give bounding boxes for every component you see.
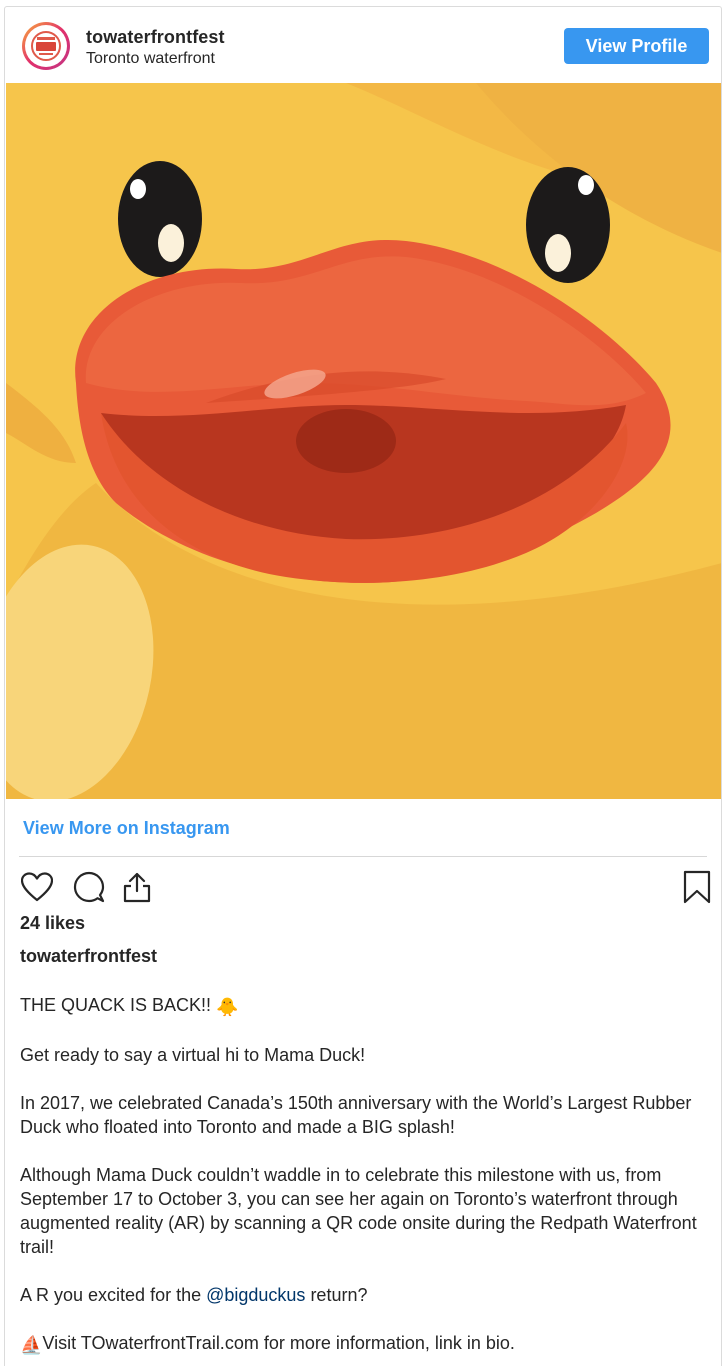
caption-line-2: Get ready to say a virtual hi to Mama Du… bbox=[20, 1045, 366, 1065]
caption-username[interactable]: towaterfrontfest bbox=[20, 946, 157, 967]
avatar[interactable] bbox=[22, 22, 70, 70]
caption-paragraph-6: ⛵Visit TOwaterfrontTrail.com for more in… bbox=[20, 1333, 515, 1355]
caption-paragraph-4: Although Mama Duck couldn’t waddle in to… bbox=[20, 1165, 697, 1257]
share-icon[interactable] bbox=[119, 869, 155, 905]
instagram-embed-card: towaterfrontfest Toronto waterfront View… bbox=[4, 6, 722, 1366]
sailboat-emoji-icon: ⛵ bbox=[20, 1335, 43, 1355]
view-profile-button[interactable]: View Profile bbox=[564, 28, 709, 64]
view-more-on-instagram-link[interactable]: View More on Instagram bbox=[23, 818, 230, 839]
header-username[interactable]: towaterfrontfest bbox=[86, 27, 225, 48]
bookmark-icon[interactable] bbox=[679, 869, 715, 905]
caption-line-1: THE QUACK IS BACK!! 🐥 bbox=[20, 995, 239, 1017]
divider bbox=[19, 856, 707, 857]
heart-icon[interactable] bbox=[19, 869, 55, 905]
post-header: towaterfrontfest Toronto waterfront View… bbox=[5, 7, 721, 83]
action-bar bbox=[19, 869, 711, 905]
header-location[interactable]: Toronto waterfront bbox=[86, 50, 215, 68]
caption-paragraph-5: A R you excited for the @bigduckus retur… bbox=[20, 1285, 368, 1305]
comment-icon[interactable] bbox=[71, 869, 107, 905]
baby-chick-emoji-icon: 🐥 bbox=[216, 997, 239, 1017]
post-image[interactable] bbox=[6, 83, 721, 799]
rubber-duck-face-illustration bbox=[6, 83, 721, 799]
mention-link-bigduckus[interactable]: @bigduckus bbox=[206, 1285, 305, 1305]
caption-text: THE QUACK IS BACK!! 🐥 Get ready to say a… bbox=[20, 993, 720, 1366]
likes-count[interactable]: 24 likes bbox=[20, 913, 85, 934]
caption-paragraph-3: In 2017, we celebrated Canada’s 150th an… bbox=[20, 1093, 692, 1137]
waterfront-trail-logo-icon bbox=[31, 31, 61, 61]
